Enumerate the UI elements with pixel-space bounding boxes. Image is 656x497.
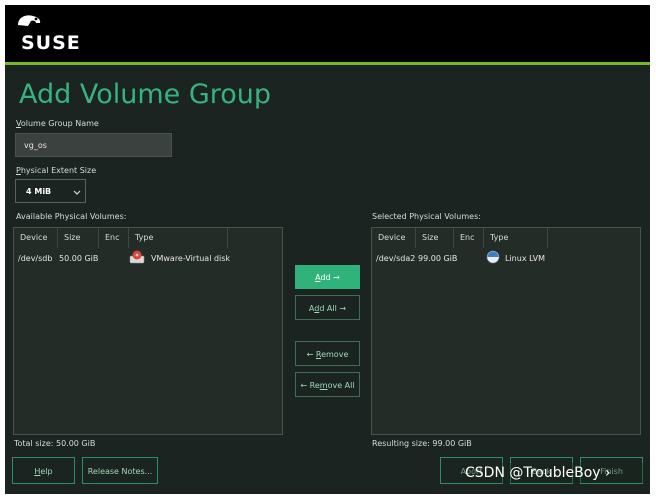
vg-name-label: Volume Group Name — [16, 119, 99, 128]
row-size: 50.00 GiB — [59, 254, 99, 263]
col-enc[interactable]: Enc — [454, 228, 484, 248]
col-device[interactable]: Device — [372, 228, 416, 248]
available-label: Available Physical Volumes: — [16, 212, 127, 221]
remove-all-button[interactable]: ← Remove All — [295, 372, 360, 397]
selected-total: Resulting size: 99.00 GiB — [372, 439, 472, 448]
row-type: VMware-Virtual disk — [151, 254, 231, 263]
col-type[interactable]: Type — [484, 228, 548, 248]
row-type: Linux LVM — [505, 254, 546, 263]
table-row[interactable]: /dev/sdb 50.00 GiB VMware-Virtual disk — [14, 249, 282, 265]
header-accent-line — [5, 62, 650, 65]
csdn-watermark: CSDN @TroubleBoy › — [465, 465, 611, 481]
header-bar: SUSE — [5, 5, 650, 62]
available-total: Total size: 50.00 GiB — [14, 439, 96, 448]
add-button[interactable]: Add → — [295, 265, 360, 289]
chameleon-icon — [18, 15, 41, 26]
col-type[interactable]: Type — [129, 228, 228, 248]
table-row[interactable]: /dev/sda2 99.00 GiB Linux LVM — [372, 249, 640, 265]
col-size[interactable]: Size — [58, 228, 99, 248]
installer-window: SUSE Add Volume Group Volume Group Name … — [5, 5, 650, 494]
release-notes-button[interactable]: Release Notes... — [82, 457, 158, 484]
add-all-button[interactable]: Add All → — [295, 295, 360, 320]
col-device[interactable]: Device — [14, 228, 58, 248]
chevron-right-icon: › — [605, 465, 611, 481]
help-button[interactable]: Help — [12, 457, 75, 484]
screen: SUSE Add Volume Group Volume Group Name … — [0, 0, 656, 497]
chevron-down-icon — [73, 190, 81, 195]
selected-label: Selected Physical Volumes: — [372, 212, 481, 221]
lvm-icon — [486, 250, 500, 264]
col-enc[interactable]: Enc — [99, 228, 129, 248]
vg-name-input[interactable]: vg_os — [15, 133, 172, 157]
page-title: Add Volume Group — [19, 79, 272, 110]
row-device: /dev/sdb — [18, 254, 53, 263]
available-table[interactable]: Device Size Enc Type /dev/sdb 50.00 GiB … — [13, 227, 283, 435]
extent-size-label: Physical Extent Size — [16, 166, 97, 175]
extent-size-select[interactable]: 4 MiB — [15, 179, 86, 203]
extent-size-value: 4 MiB — [26, 187, 52, 196]
col-size[interactable]: Size — [416, 228, 454, 248]
disk-icon — [129, 250, 145, 264]
remove-button[interactable]: ← Remove — [295, 341, 360, 366]
suse-logo: SUSE — [14, 15, 89, 55]
row-size: 99.00 GiB — [418, 254, 458, 263]
vg-name-value: vg_os — [24, 141, 47, 150]
suse-wordmark: SUSE — [21, 32, 81, 54]
row-device: /dev/sda2 — [376, 254, 416, 263]
selected-table[interactable]: Device Size Enc Type /dev/sda2 99.00 GiB… — [371, 227, 641, 435]
